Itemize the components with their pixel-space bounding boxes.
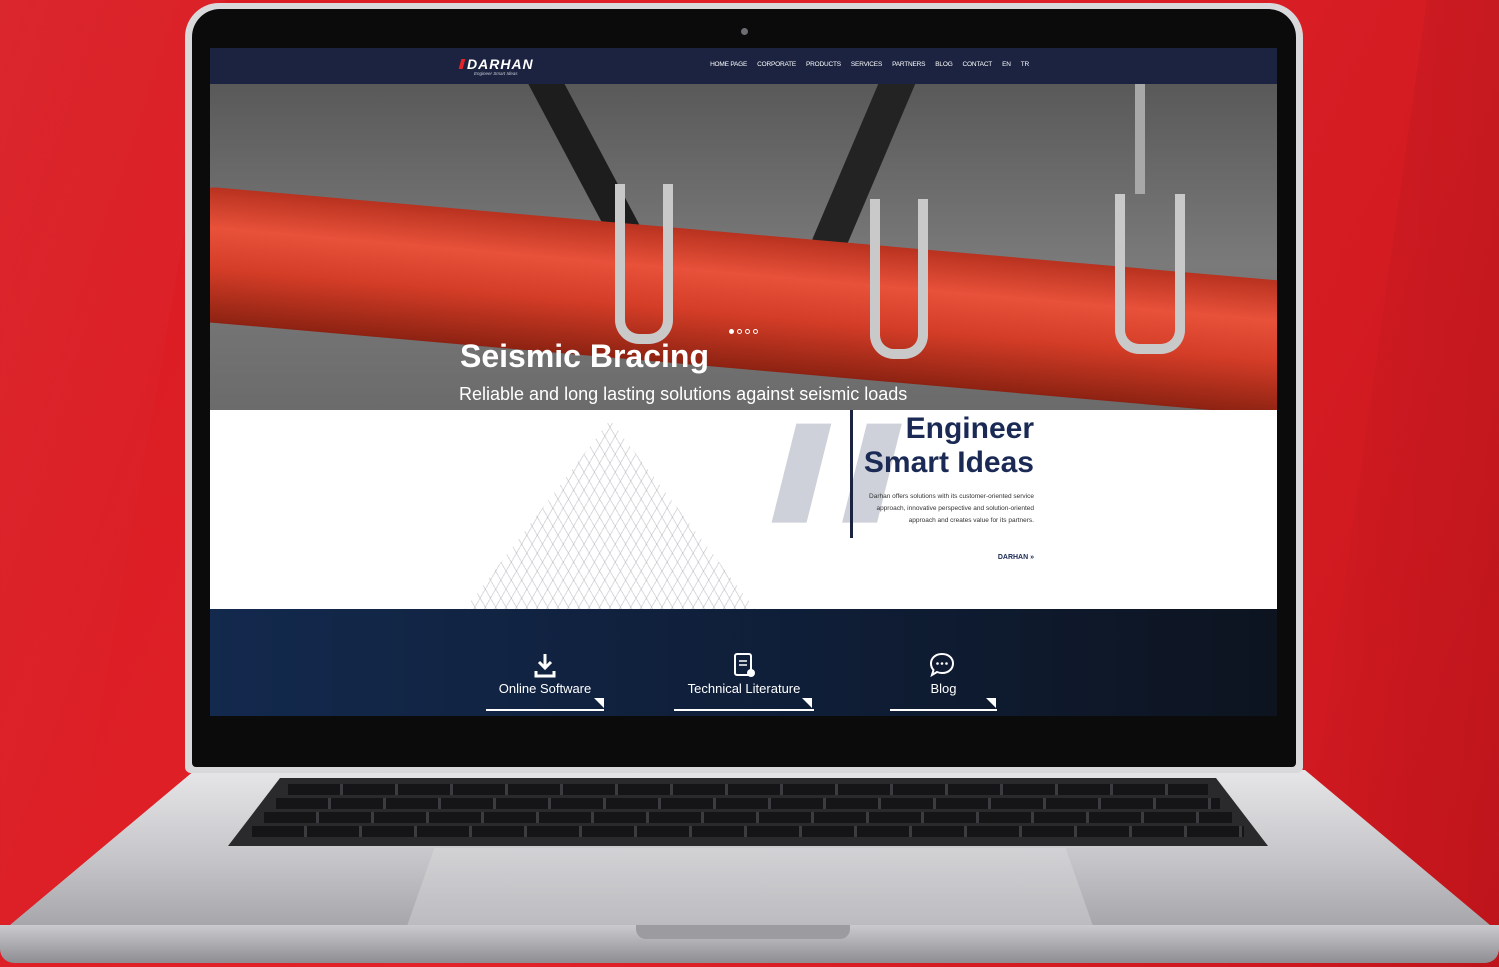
hero-title: Seismic Bracing — [460, 338, 709, 374]
laptop-lid-notch — [636, 925, 850, 939]
feature-underline — [890, 709, 997, 711]
about-description: Darhan offers solutions with its custome… — [869, 493, 1034, 524]
slider-pagination — [729, 329, 758, 334]
hero-image-clamp — [870, 199, 928, 359]
nav-blog[interactable]: BLOG — [935, 61, 952, 68]
camera-icon — [741, 28, 748, 35]
nav-home-page[interactable]: HOME PAGE — [710, 61, 747, 68]
about-title-line2: Smart Ideas — [863, 446, 1034, 479]
feature-technical-literature[interactable]: Technical Literature — [674, 609, 814, 716]
main-menu: HOME PAGE CORPORATE PRODUCTS SERVICES PA… — [710, 61, 1029, 68]
corner-arrow-icon — [986, 698, 996, 708]
laptop-keyboard — [228, 778, 1268, 846]
slider-dot[interactable] — [745, 329, 750, 334]
corner-arrow-icon — [802, 698, 812, 708]
hero-subtitle: Reliable and long lasting solutions agai… — [459, 384, 908, 404]
corner-arrow-icon — [594, 698, 604, 708]
about-title: Engineer Smart Ideas — [794, 412, 1034, 480]
hero-image-clamp — [1115, 194, 1185, 354]
nav-lang-tr[interactable]: TR — [1021, 61, 1029, 68]
logo-tagline: Engineer Smart Ideas — [474, 71, 518, 76]
document-icon — [734, 653, 755, 677]
nav-partners[interactable]: PARTNERS — [892, 61, 925, 68]
feature-online-software[interactable]: Online Software — [486, 609, 604, 716]
site-header: DARHAN Engineer Smart Ideas HOME PAGE CO… — [210, 48, 1277, 84]
feature-label: Online Software — [498, 681, 592, 696]
download-icon — [534, 654, 556, 678]
feature-underline — [674, 709, 814, 711]
feature-underline — [486, 709, 604, 711]
about-section: ❚❚ Engineer Smart Ideas Darhan offers so… — [210, 410, 1277, 609]
chat-icon — [929, 652, 955, 678]
nav-corporate[interactable]: CORPORATE — [757, 61, 796, 68]
hero-image-rod — [1135, 84, 1145, 194]
nav-products[interactable]: PRODUCTS — [806, 61, 841, 68]
building-image — [465, 420, 755, 609]
nav-contact[interactable]: CONTACT — [963, 61, 993, 68]
site-logo[interactable]: DARHAN Engineer Smart Ideas — [458, 56, 534, 76]
slider-dot[interactable] — [729, 329, 734, 334]
nav-lang-en[interactable]: EN — [1002, 61, 1011, 68]
nav-services[interactable]: SERVICES — [851, 61, 882, 68]
feature-links: Online Software Technical Literature Blo… — [210, 609, 1277, 716]
hero-image-clamp — [615, 184, 673, 344]
logo-mark-icon — [458, 59, 466, 69]
slider-dot[interactable] — [737, 329, 742, 334]
feature-label: Blog — [930, 681, 957, 696]
slider-dot[interactable] — [753, 329, 758, 334]
feature-label: Technical Literature — [687, 681, 801, 696]
laptop-trackpad — [407, 848, 1093, 926]
about-more-link[interactable]: DARHAN » — [998, 554, 1034, 561]
laptop-screen: DARHAN Engineer Smart Ideas HOME PAGE CO… — [210, 48, 1277, 716]
feature-blog[interactable]: Blog — [890, 609, 997, 716]
hero-slider: Seismic Bracing Reliable and long lastin… — [210, 84, 1277, 410]
logo-text: DARHAN — [467, 56, 534, 72]
about-title-line1: Engineer — [905, 412, 1034, 445]
